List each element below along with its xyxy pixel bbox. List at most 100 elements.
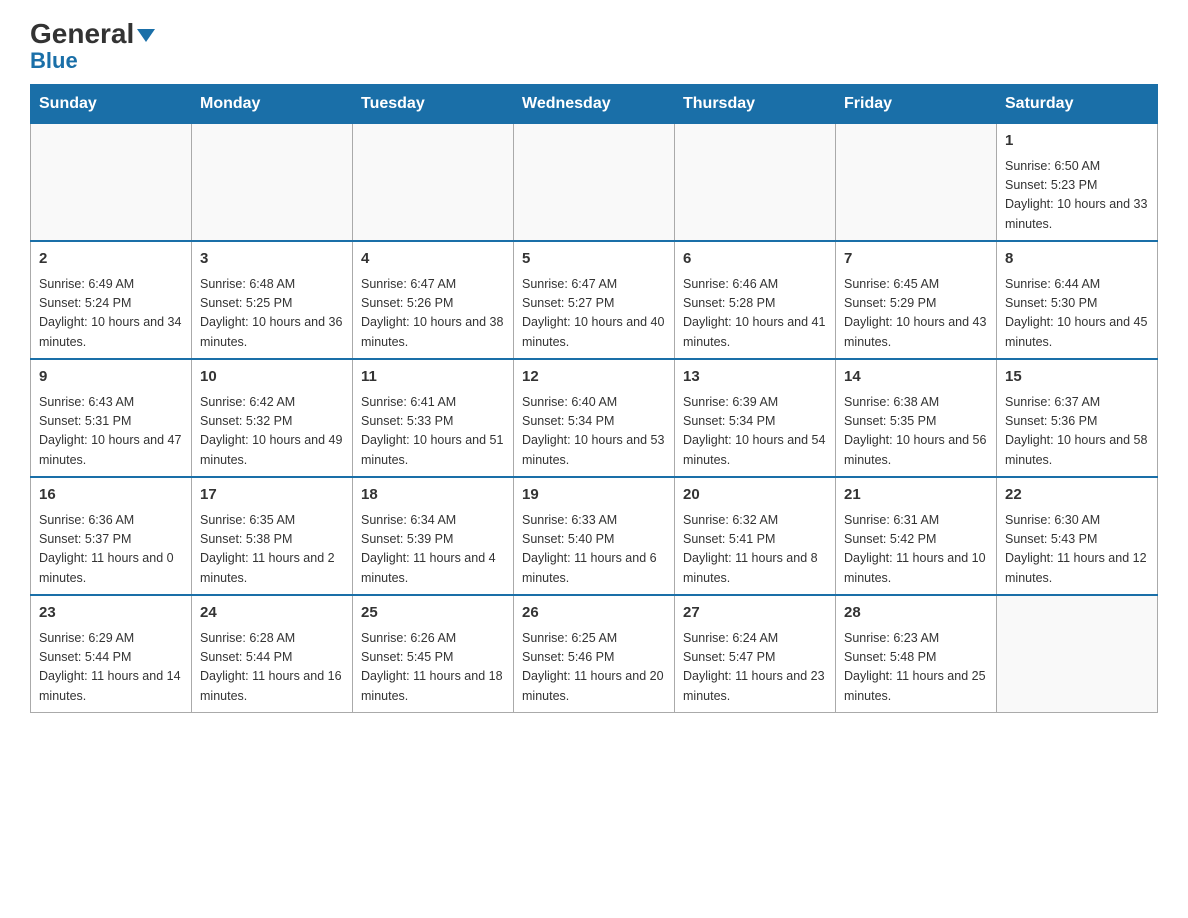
day-header-thursday: Thursday [675, 85, 836, 124]
calendar-cell: 12 Sunrise: 6:40 AMSunset: 5:34 PMDayligh… [514, 359, 675, 477]
calendar-cell: 17 Sunrise: 6:35 AMSunset: 5:38 PMDayligh… [192, 477, 353, 595]
day-number: 16 [39, 484, 183, 507]
day-info: Sunrise: 6:45 AMSunset: 5:29 PMDaylight:… [844, 275, 988, 353]
day-info: Sunrise: 6:29 AMSunset: 5:44 PMDaylight:… [39, 629, 183, 707]
calendar-cell: 18 Sunrise: 6:34 AMSunset: 5:39 PMDayligh… [353, 477, 514, 595]
day-info: Sunrise: 6:49 AMSunset: 5:24 PMDaylight:… [39, 275, 183, 353]
calendar-cell: 23 Sunrise: 6:29 AMSunset: 5:44 PMDayligh… [31, 595, 192, 713]
day-number: 7 [844, 248, 988, 271]
calendar-body: 1 Sunrise: 6:50 AMSunset: 5:23 PMDaylight… [31, 124, 1158, 713]
calendar-table: SundayMondayTuesdayWednesdayThursdayFrid… [30, 84, 1158, 713]
day-info: Sunrise: 6:32 AMSunset: 5:41 PMDaylight:… [683, 511, 827, 589]
day-number: 11 [361, 366, 505, 389]
day-info: Sunrise: 6:47 AMSunset: 5:26 PMDaylight:… [361, 275, 505, 353]
calendar-cell: 1 Sunrise: 6:50 AMSunset: 5:23 PMDaylight… [997, 124, 1158, 242]
day-info: Sunrise: 6:28 AMSunset: 5:44 PMDaylight:… [200, 629, 344, 707]
calendar-cell: 24 Sunrise: 6:28 AMSunset: 5:44 PMDayligh… [192, 595, 353, 713]
calendar-week-2: 2 Sunrise: 6:49 AMSunset: 5:24 PMDaylight… [31, 241, 1158, 359]
calendar-cell: 13 Sunrise: 6:39 AMSunset: 5:34 PMDayligh… [675, 359, 836, 477]
day-header-friday: Friday [836, 85, 997, 124]
calendar-cell: 14 Sunrise: 6:38 AMSunset: 5:35 PMDayligh… [836, 359, 997, 477]
calendar-cell: 25 Sunrise: 6:26 AMSunset: 5:45 PMDayligh… [353, 595, 514, 713]
day-info: Sunrise: 6:24 AMSunset: 5:47 PMDaylight:… [683, 629, 827, 707]
calendar-cell: 28Sunrise: 6:23 AMSunset: 5:48 PMDayligh… [836, 595, 997, 713]
calendar-header: SundayMondayTuesdayWednesdayThursdayFrid… [31, 85, 1158, 124]
calendar-cell: 5 Sunrise: 6:47 AMSunset: 5:27 PMDaylight… [514, 241, 675, 359]
day-info: Sunrise: 6:44 AMSunset: 5:30 PMDaylight:… [1005, 275, 1149, 353]
calendar-cell [997, 595, 1158, 713]
day-number: 10 [200, 366, 344, 389]
calendar-cell: 16 Sunrise: 6:36 AMSunset: 5:37 PMDayligh… [31, 477, 192, 595]
day-number: 21 [844, 484, 988, 507]
day-number: 15 [1005, 366, 1149, 389]
calendar-cell: 2 Sunrise: 6:49 AMSunset: 5:24 PMDaylight… [31, 241, 192, 359]
day-number: 18 [361, 484, 505, 507]
day-number: 12 [522, 366, 666, 389]
day-info: Sunrise: 6:48 AMSunset: 5:25 PMDaylight:… [200, 275, 344, 353]
day-number: 8 [1005, 248, 1149, 271]
calendar-cell [514, 124, 675, 242]
day-info: Sunrise: 6:41 AMSunset: 5:33 PMDaylight:… [361, 393, 505, 471]
calendar-cell [31, 124, 192, 242]
calendar-cell: 26 Sunrise: 6:25 AMSunset: 5:46 PMDayligh… [514, 595, 675, 713]
calendar-week-5: 23 Sunrise: 6:29 AMSunset: 5:44 PMDayligh… [31, 595, 1158, 713]
day-number: 26 [522, 602, 666, 625]
day-header-sunday: Sunday [31, 85, 192, 124]
calendar-week-1: 1 Sunrise: 6:50 AMSunset: 5:23 PMDaylight… [31, 124, 1158, 242]
calendar-cell: 3 Sunrise: 6:48 AMSunset: 5:25 PMDaylight… [192, 241, 353, 359]
day-info: Sunrise: 6:38 AMSunset: 5:35 PMDaylight:… [844, 393, 988, 471]
day-number: 14 [844, 366, 988, 389]
calendar-cell [675, 124, 836, 242]
day-info: Sunrise: 6:47 AMSunset: 5:27 PMDaylight:… [522, 275, 666, 353]
day-number: 22 [1005, 484, 1149, 507]
calendar-cell: 22Sunrise: 6:30 AMSunset: 5:43 PMDayligh… [997, 477, 1158, 595]
calendar-cell: 8 Sunrise: 6:44 AMSunset: 5:30 PMDaylight… [997, 241, 1158, 359]
day-number: 25 [361, 602, 505, 625]
calendar-cell: 6 Sunrise: 6:46 AMSunset: 5:28 PMDaylight… [675, 241, 836, 359]
day-number: 2 [39, 248, 183, 271]
logo: General Blue [30, 20, 155, 74]
day-info: Sunrise: 6:37 AMSunset: 5:36 PMDaylight:… [1005, 393, 1149, 471]
day-number: 19 [522, 484, 666, 507]
calendar-week-3: 9 Sunrise: 6:43 AMSunset: 5:31 PMDaylight… [31, 359, 1158, 477]
calendar-cell: 15 Sunrise: 6:37 AMSunset: 5:36 PMDayligh… [997, 359, 1158, 477]
calendar-cell [836, 124, 997, 242]
day-info: Sunrise: 6:35 AMSunset: 5:38 PMDaylight:… [200, 511, 344, 589]
day-info: Sunrise: 6:25 AMSunset: 5:46 PMDaylight:… [522, 629, 666, 707]
day-info: Sunrise: 6:50 AMSunset: 5:23 PMDaylight:… [1005, 157, 1149, 235]
day-info: Sunrise: 6:43 AMSunset: 5:31 PMDaylight:… [39, 393, 183, 471]
day-header-wednesday: Wednesday [514, 85, 675, 124]
day-number: 5 [522, 248, 666, 271]
day-info: Sunrise: 6:39 AMSunset: 5:34 PMDaylight:… [683, 393, 827, 471]
calendar-cell: 21 Sunrise: 6:31 AMSunset: 5:42 PMDayligh… [836, 477, 997, 595]
day-info: Sunrise: 6:42 AMSunset: 5:32 PMDaylight:… [200, 393, 344, 471]
day-number: 17 [200, 484, 344, 507]
calendar-cell: 10 Sunrise: 6:42 AMSunset: 5:32 PMDayligh… [192, 359, 353, 477]
day-info: Sunrise: 6:40 AMSunset: 5:34 PMDaylight:… [522, 393, 666, 471]
day-number: 24 [200, 602, 344, 625]
day-number: 27 [683, 602, 827, 625]
day-number: 6 [683, 248, 827, 271]
day-info: Sunrise: 6:31 AMSunset: 5:42 PMDaylight:… [844, 511, 988, 589]
calendar-cell [192, 124, 353, 242]
logo-general: General [30, 20, 155, 48]
day-number: 1 [1005, 130, 1149, 153]
day-number: 23 [39, 602, 183, 625]
day-number: 3 [200, 248, 344, 271]
day-info: Sunrise: 6:26 AMSunset: 5:45 PMDaylight:… [361, 629, 505, 707]
calendar-cell: 20Sunrise: 6:32 AMSunset: 5:41 PMDayligh… [675, 477, 836, 595]
page-header: General Blue [30, 20, 1158, 74]
day-number: 9 [39, 366, 183, 389]
day-number: 4 [361, 248, 505, 271]
calendar-cell: 9 Sunrise: 6:43 AMSunset: 5:31 PMDaylight… [31, 359, 192, 477]
logo-blue: Blue [30, 48, 78, 74]
day-info: Sunrise: 6:46 AMSunset: 5:28 PMDaylight:… [683, 275, 827, 353]
calendar-cell [353, 124, 514, 242]
day-info: Sunrise: 6:34 AMSunset: 5:39 PMDaylight:… [361, 511, 505, 589]
calendar-cell: 11 Sunrise: 6:41 AMSunset: 5:33 PMDayligh… [353, 359, 514, 477]
day-number: 28 [844, 602, 988, 625]
day-info: Sunrise: 6:36 AMSunset: 5:37 PMDaylight:… [39, 511, 183, 589]
calendar-cell: 27 Sunrise: 6:24 AMSunset: 5:47 PMDayligh… [675, 595, 836, 713]
calendar-week-4: 16 Sunrise: 6:36 AMSunset: 5:37 PMDayligh… [31, 477, 1158, 595]
day-number: 13 [683, 366, 827, 389]
